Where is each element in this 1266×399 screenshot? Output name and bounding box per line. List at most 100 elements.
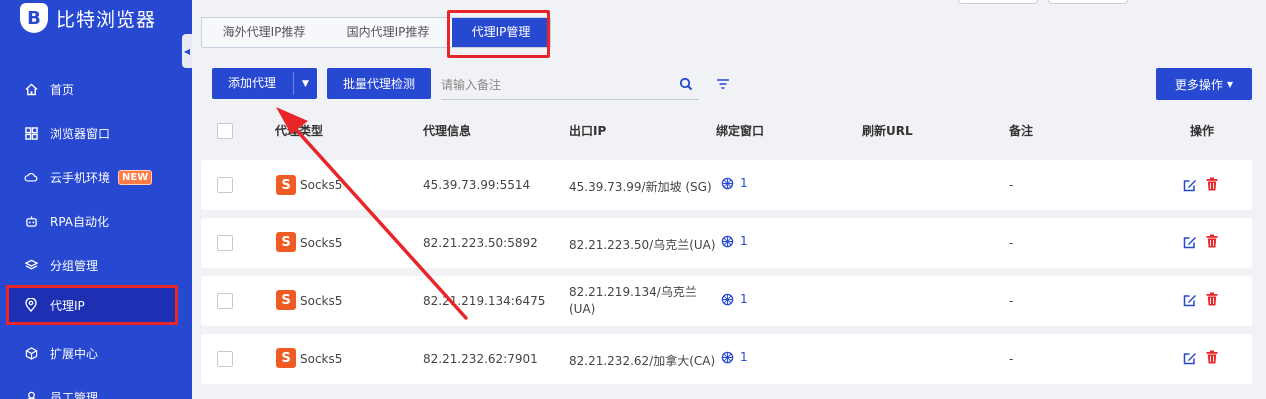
- bound-windows[interactable]: 1: [721, 176, 748, 190]
- proxy-info: 45.39.73.99:5514: [423, 178, 531, 192]
- tab-overseas-proxy[interactable]: 海外代理IP推荐: [202, 18, 326, 47]
- note: -: [1009, 236, 1014, 250]
- add-proxy-dropdown-button[interactable]: ▼: [294, 68, 317, 99]
- sidebar-item-home[interactable]: 首页: [0, 69, 192, 109]
- top-button[interactable]: [1048, 0, 1128, 4]
- brand-logo-icon: B: [20, 3, 48, 33]
- bound-windows[interactable]: 1: [721, 234, 748, 248]
- sidebar-item-label: 浏览器窗口: [50, 126, 111, 141]
- exit-ip: 82.21.232.62/加拿大(CA): [569, 354, 716, 368]
- exit-ip: 82.21.219.134/乌克兰 (UA): [569, 284, 697, 318]
- sidebar-item-label: 首页: [50, 82, 75, 97]
- sidebar-item-label: 代理IP: [50, 298, 85, 313]
- select-all-checkbox[interactable]: [217, 123, 233, 139]
- bound-windows[interactable]: 1: [721, 292, 748, 306]
- table-row: S Socks5 82.21.223.50:5892 82.21.223.50/…: [201, 218, 1252, 268]
- socks-icon: S: [276, 348, 296, 368]
- table-header: 代理类型 代理信息 出口IP 绑定窗口 刷新URL 备注 操作: [201, 112, 1252, 150]
- add-proxy-button[interactable]: 添加代理: [212, 68, 292, 99]
- sidebar-item-label: 扩展中心: [50, 346, 99, 361]
- more-actions-label: 更多操作: [1174, 77, 1223, 92]
- delete-icon[interactable]: [1205, 292, 1219, 306]
- column-header-proxy-type: 代理类型: [275, 124, 324, 138]
- app-name: 比特浏览器: [56, 8, 157, 31]
- column-header-proxy-info: 代理信息: [423, 124, 472, 138]
- proxy-info: 82.21.232.62:7901: [423, 352, 538, 366]
- note: -: [1009, 178, 1014, 192]
- note: -: [1009, 294, 1014, 308]
- caret-left-icon: ◀: [183, 46, 191, 56]
- table-row: S Socks5 82.21.219.134:6475 82.21.219.13…: [201, 276, 1252, 326]
- table-row: S Socks5 82.21.232.62:7901 82.21.232.62/…: [201, 334, 1252, 384]
- sidebar-item-label: RPA自动化: [50, 214, 110, 229]
- batch-check-button[interactable]: 批量代理检测: [327, 68, 431, 99]
- search-icon[interactable]: [679, 77, 693, 91]
- cube-icon: [24, 346, 38, 360]
- socks-icon: S: [276, 175, 296, 195]
- search-box: [441, 71, 699, 100]
- sidebar-item-cloud-phone[interactable]: 云手机环境 NEW: [0, 157, 192, 197]
- more-actions-button[interactable]: 更多操作 ▼: [1156, 68, 1252, 100]
- sidebar-item-groups[interactable]: 分组管理: [0, 245, 192, 285]
- exit-ip-line: 82.21.219.134/乌克兰: [569, 285, 697, 299]
- grid-icon: [24, 126, 38, 140]
- browser-wheel-icon: [721, 293, 734, 306]
- browser-wheel-icon: [721, 235, 734, 248]
- column-header-exit-ip: 出口IP: [569, 124, 607, 138]
- delete-icon[interactable]: [1205, 234, 1219, 248]
- proxy-type: Socks5: [300, 236, 343, 250]
- sidebar: B 比特浏览器 首页 浏览器窗口 云手机环境 NEW RPA自动化 分组管理 代…: [0, 0, 192, 399]
- proxy-type: Socks5: [300, 294, 343, 308]
- location-pin-icon: [24, 298, 38, 312]
- sidebar-item-rpa[interactable]: RPA自动化: [0, 201, 192, 241]
- sidebar-item-label: 员工管理: [50, 390, 99, 399]
- sidebar-item-extensions[interactable]: 扩展中心: [0, 333, 192, 373]
- note: -: [1009, 352, 1014, 366]
- cloud-icon: [24, 170, 38, 184]
- edit-icon[interactable]: [1183, 351, 1197, 365]
- tab-domestic-proxy[interactable]: 国内代理IP推荐: [326, 18, 450, 47]
- top-button[interactable]: [958, 0, 1038, 4]
- delete-icon[interactable]: [1205, 350, 1219, 364]
- window-count: 1: [740, 176, 748, 190]
- caret-down-icon: ▼: [1226, 79, 1234, 89]
- edit-icon[interactable]: [1183, 178, 1197, 192]
- proxy-info: 82.21.223.50:5892: [423, 236, 538, 250]
- add-proxy-split-button: 添加代理 ▼: [212, 68, 317, 99]
- sidebar-item-proxy-ip[interactable]: 代理IP: [6, 285, 178, 325]
- column-header-refresh-url: 刷新URL: [862, 124, 913, 138]
- row-checkbox[interactable]: [217, 351, 233, 367]
- column-header-bound-windows: 绑定窗口: [716, 124, 765, 138]
- brand: B 比特浏览器: [20, 2, 156, 34]
- sidebar-item-label: 分组管理: [50, 258, 99, 273]
- tab-bar: 海外代理IP推荐 国内代理IP推荐 代理IP管理: [201, 17, 551, 48]
- window-count: 1: [740, 234, 748, 248]
- edit-icon[interactable]: [1183, 235, 1197, 249]
- delete-icon[interactable]: [1205, 177, 1219, 191]
- row-checkbox[interactable]: [217, 293, 233, 309]
- robot-icon: [24, 214, 38, 228]
- column-header-actions: 操作: [1190, 124, 1215, 138]
- search-input[interactable]: [441, 73, 666, 97]
- new-badge: NEW: [118, 169, 153, 185]
- window-count: 1: [740, 350, 748, 364]
- socks-icon: S: [276, 232, 296, 252]
- edit-icon[interactable]: [1183, 293, 1197, 307]
- caret-down-icon: ▼: [302, 78, 309, 89]
- browser-wheel-icon: [721, 351, 734, 364]
- exit-ip-line: (UA): [569, 302, 596, 316]
- sidebar-collapse-button[interactable]: ◀: [182, 34, 192, 68]
- sidebar-item-staff[interactable]: 员工管理: [0, 377, 192, 399]
- column-header-note: 备注: [1009, 124, 1034, 138]
- user-icon: [24, 390, 38, 399]
- sidebar-item-browser-windows[interactable]: 浏览器窗口: [0, 113, 192, 153]
- proxy-info: 82.21.219.134:6475: [423, 294, 546, 308]
- tab-proxy-management[interactable]: 代理IP管理: [452, 18, 550, 47]
- filter-icon[interactable]: [716, 78, 730, 90]
- table-row: S Socks5 45.39.73.99:5514 45.39.73.99/新加…: [201, 160, 1252, 210]
- browser-wheel-icon: [721, 177, 734, 190]
- sidebar-item-label: 云手机环境: [50, 170, 111, 185]
- bound-windows[interactable]: 1: [721, 350, 748, 364]
- row-checkbox[interactable]: [217, 235, 233, 251]
- row-checkbox[interactable]: [217, 177, 233, 193]
